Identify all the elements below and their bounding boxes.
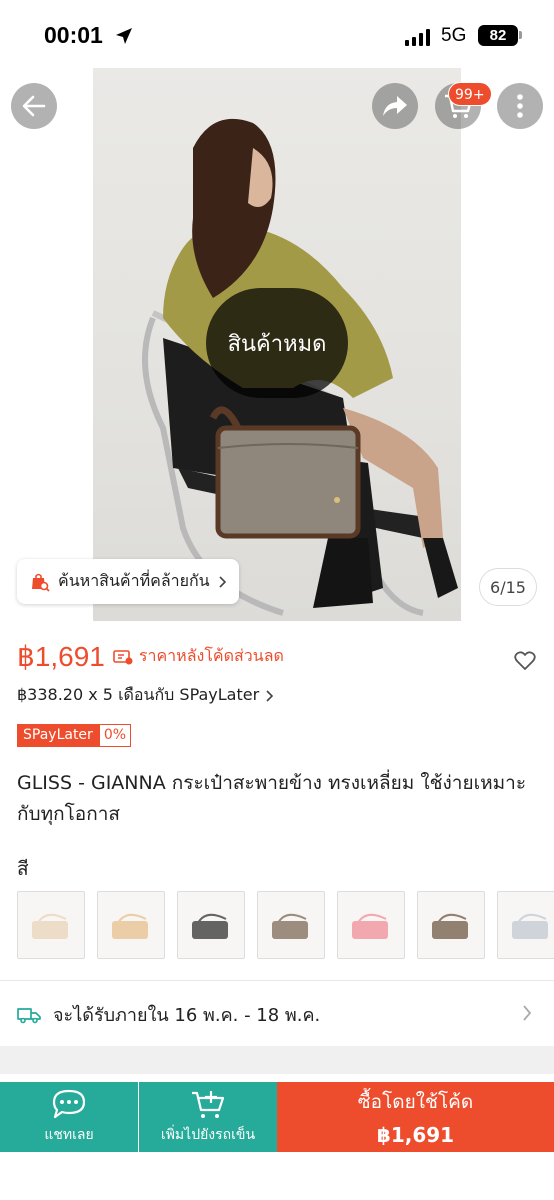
add-to-cart-button[interactable]: เพิ่มไปยังรถเข็น	[139, 1082, 277, 1152]
price-note: ราคาหลังโค้ดส่วนลด	[138, 646, 284, 665]
chevron-right-icon	[219, 575, 226, 588]
chevron-right-icon	[523, 1005, 532, 1021]
variation-thumbnail[interactable]	[97, 891, 165, 959]
search-bag-icon	[32, 573, 50, 592]
bag-image	[432, 913, 468, 939]
spaylater-rate: 0%	[98, 724, 132, 747]
heart-icon[interactable]	[514, 651, 536, 671]
battery-cap	[519, 31, 522, 39]
price-row: ฿1,691 ราคาหลังโค้ดส่วนลด	[17, 640, 284, 673]
variation-thumbnail[interactable]	[497, 891, 554, 959]
variation-thumbnail[interactable]	[17, 891, 85, 959]
variation-list	[17, 891, 554, 959]
product-title: GLISS - GIANNA กระเป๋าสะพายข้าง ทรงเหลี่…	[17, 772, 527, 825]
variation-thumbnail[interactable]	[257, 891, 325, 959]
bag-image	[32, 913, 68, 939]
buy-price: ฿1,691	[376, 1123, 455, 1147]
location-arrow-icon	[116, 28, 132, 44]
spaylater-badge: SPayLater 0%	[17, 724, 132, 747]
coupon-icon	[113, 649, 133, 664]
variation-label: สี	[17, 858, 29, 880]
chevron-right-icon	[266, 689, 274, 702]
buy-label: ซื้อโดยใช้โค้ด	[357, 1091, 474, 1113]
cart-count-badge: 99+	[448, 82, 492, 106]
section-separator	[0, 1046, 554, 1074]
bag-image	[112, 913, 148, 939]
add-to-cart-label: เพิ่มไปยังรถเข็น	[160, 1127, 256, 1143]
sold-out-overlay: สินค้าหมด	[206, 288, 348, 398]
delivery-row[interactable]: จะได้รับภายใน 16 พ.ค. - 18 พ.ค.	[17, 1000, 320, 1029]
truck-icon	[17, 1007, 41, 1023]
delivery-text: จะได้รับภายใน 16 พ.ค. - 18 พ.ค.	[53, 1005, 321, 1026]
installment-text: ฿338.20 x 5 เดือนกับ SPayLater	[17, 685, 260, 704]
back-button[interactable]	[11, 83, 57, 129]
bag-image	[192, 913, 228, 939]
bag-image	[352, 913, 388, 939]
divider	[0, 980, 554, 981]
variation-thumbnail[interactable]	[177, 891, 245, 959]
installment-link[interactable]: ฿338.20 x 5 เดือนกับ SPayLater	[17, 683, 274, 708]
chat-label: แชทเลย	[44, 1127, 94, 1143]
spaylater-label: SPayLater	[17, 724, 99, 747]
chat-button[interactable]: แชทเลย	[0, 1082, 138, 1152]
add-cart-icon	[192, 1091, 225, 1118]
arrow-left-icon	[22, 95, 46, 117]
status-time: 00:01	[44, 22, 103, 48]
share-button[interactable]	[372, 83, 418, 129]
bag-image	[512, 913, 548, 939]
find-similar-button[interactable]: ค้นหาสินค้าที่คล้ายกัน	[17, 559, 239, 604]
bottom-action-bar: แชทเลย เพิ่มไปยังรถเข็น ซื้อโดยใช้โค้ด ฿…	[0, 1082, 554, 1152]
image-counter: 6/15	[479, 568, 537, 606]
bag-image	[272, 913, 308, 939]
network-label: 5G	[441, 25, 467, 46]
variation-thumbnail[interactable]	[417, 891, 485, 959]
buy-with-code-button[interactable]: ซื้อโดยใช้โค้ด ฿1,691	[277, 1082, 554, 1152]
status-bar: 00:01 5G 82	[0, 0, 554, 70]
variation-thumbnail[interactable]	[337, 891, 405, 959]
signal-icon	[405, 28, 430, 46]
find-similar-label: ค้นหาสินค้าที่คล้ายกัน	[58, 571, 210, 590]
more-button[interactable]	[497, 83, 543, 129]
battery-icon: 82	[478, 25, 518, 46]
chat-icon	[52, 1089, 86, 1119]
more-vertical-icon	[517, 94, 523, 118]
price: ฿1,691	[17, 641, 105, 672]
share-icon	[383, 96, 407, 116]
